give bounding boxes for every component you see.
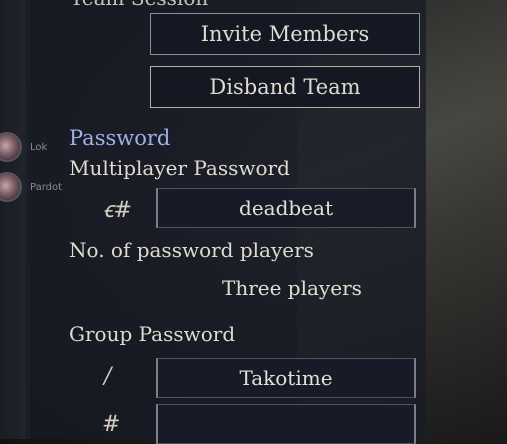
extra-password-field[interactable] <box>156 404 416 444</box>
password-players-value[interactable]: Three players <box>222 276 362 300</box>
slash-glyph-icon: / <box>104 364 112 389</box>
multiplayer-password-label: Multiplayer Password <box>69 156 290 180</box>
hash-glyph-icon: # <box>102 412 121 437</box>
password-players-label: No. of password players <box>69 238 314 262</box>
team-session-title: Team Session <box>70 0 208 10</box>
member-name: Lok <box>30 141 48 153</box>
password-glyph-icon: ꞓ# <box>103 198 132 223</box>
member-name: Pardot <box>30 181 63 193</box>
password-section-title: Password <box>69 126 171 150</box>
multiplayer-password-field[interactable]: deadbeat <box>156 188 416 228</box>
member-item[interactable]: Pardot <box>0 172 62 202</box>
disband-team-button[interactable]: Disband Team <box>150 66 420 108</box>
avatar <box>0 132 22 162</box>
group-password-value: Takotime <box>239 366 333 390</box>
group-password-label: Group Password <box>69 322 236 346</box>
group-password-field[interactable]: Takotime <box>156 358 416 398</box>
avatar <box>0 172 22 202</box>
invite-members-button[interactable]: Invite Members <box>150 13 420 55</box>
member-item[interactable]: Lok <box>0 132 47 162</box>
multiplayer-password-value: deadbeat <box>239 196 333 220</box>
